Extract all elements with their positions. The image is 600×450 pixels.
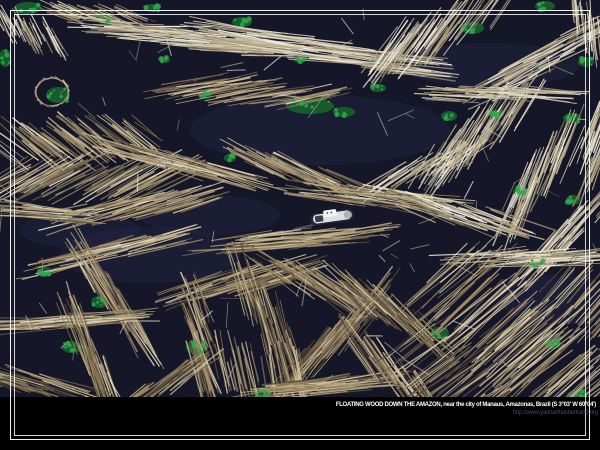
aerial-photo (0, 0, 600, 397)
aerial-photo-svg (0, 0, 600, 397)
wallpaper-image: FLOATING WOOD DOWN THE AMAZON, near the … (0, 0, 600, 450)
photo-credit-url: http://www.yannarthusbertrand.org (513, 410, 598, 417)
photo-caption: FLOATING WOOD DOWN THE AMAZON, near the … (336, 402, 596, 409)
